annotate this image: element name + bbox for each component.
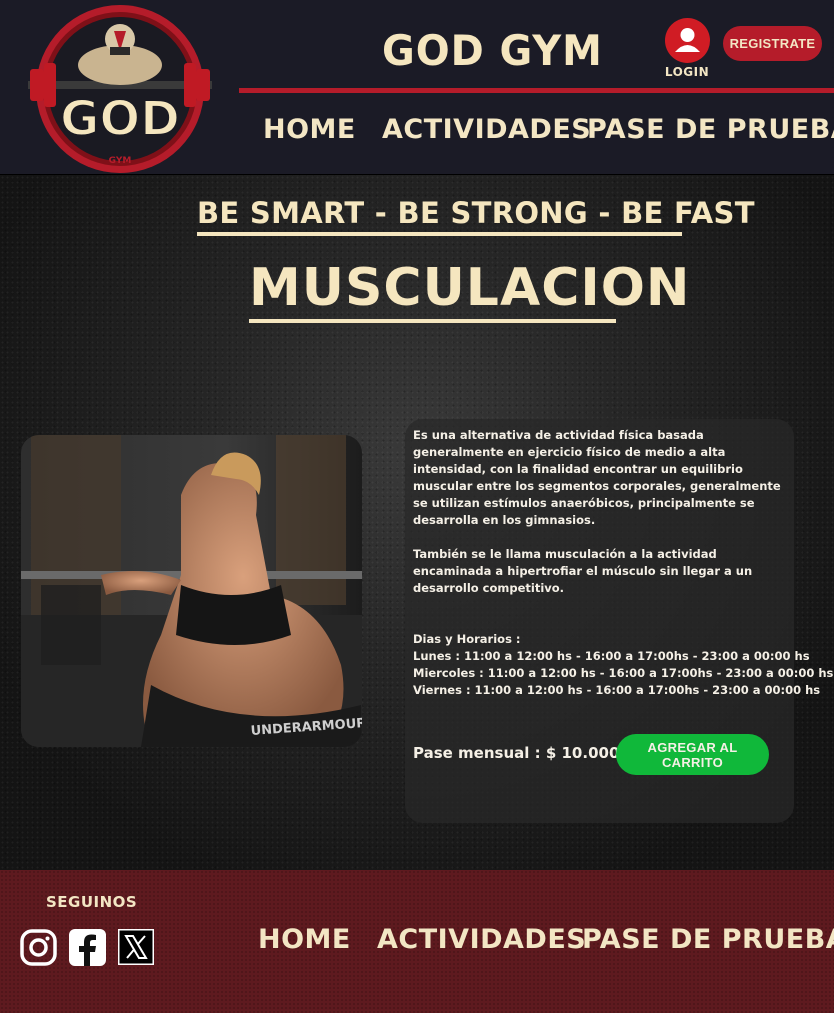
header-divider bbox=[239, 88, 834, 93]
god-gym-logo[interactable]: GOD GYM bbox=[24, 3, 216, 175]
nav-pase-de-prueba[interactable]: PASE DE PRUEBA bbox=[587, 114, 834, 145]
site-footer: SEGUINOS HOME ACTIVIDADES PASE DE PRUEBA bbox=[0, 870, 834, 1013]
x-icon[interactable] bbox=[118, 929, 154, 965]
description-paragraph-2: También se le llama musculación a la act… bbox=[413, 547, 753, 595]
schedule-row-viernes: Viernes : 11:00 a 12:00 hs - 16:00 a 17:… bbox=[413, 683, 821, 697]
login-button[interactable]: LOGIN bbox=[664, 18, 710, 79]
logo-text: GOD bbox=[60, 91, 180, 147]
schedule-title: Dias y Horarios : bbox=[413, 632, 521, 646]
login-label: LOGIN bbox=[664, 65, 710, 79]
add-to-cart-button[interactable]: AGREGAR AL CARRITO bbox=[616, 734, 769, 775]
schedule-row-miercoles: Miercoles : 11:00 a 12:00 hs - 16:00 a 1… bbox=[413, 666, 834, 680]
activity-info-card: Es una alternativa de actividad física b… bbox=[405, 419, 834, 823]
footer-nav-home[interactable]: HOME bbox=[258, 924, 351, 955]
slogan: BE SMART - BE STRONG - BE FAST bbox=[197, 196, 755, 236]
instagram-icon[interactable] bbox=[20, 929, 57, 966]
user-icon bbox=[664, 18, 710, 63]
page-title: MUSCULACION bbox=[249, 260, 689, 323]
brand-title: GOD GYM bbox=[382, 26, 603, 75]
logo-subtext: GYM bbox=[109, 156, 132, 166]
schedule: Dias y Horarios : Lunes : 11:00 a 12:00 … bbox=[413, 631, 834, 699]
register-button[interactable]: REGISTRATE bbox=[723, 26, 822, 61]
footer-nav-actividades[interactable]: ACTIVIDADES bbox=[377, 924, 586, 955]
nav-home[interactable]: HOME bbox=[263, 114, 356, 145]
facebook-icon[interactable] bbox=[69, 929, 106, 966]
footer-nav-pase-de-prueba[interactable]: PASE DE PRUEBA bbox=[582, 924, 834, 955]
schedule-row-lunes: Lunes : 11:00 a 12:00 hs - 16:00 a 17:00… bbox=[413, 649, 810, 663]
follow-us-label: SEGUINOS bbox=[46, 893, 138, 911]
nav-actividades[interactable]: ACTIVIDADES bbox=[382, 114, 591, 145]
description-paragraph-1: Es una alternativa de actividad física b… bbox=[413, 428, 781, 527]
site-header: GOD GYM GOD GYM LOGIN REGISTRATE HOME AC… bbox=[0, 0, 834, 175]
price-label: Pase mensual : $ 10.000 bbox=[413, 744, 620, 762]
activity-photo: UNDERARMOUR UNDER bbox=[21, 435, 362, 747]
